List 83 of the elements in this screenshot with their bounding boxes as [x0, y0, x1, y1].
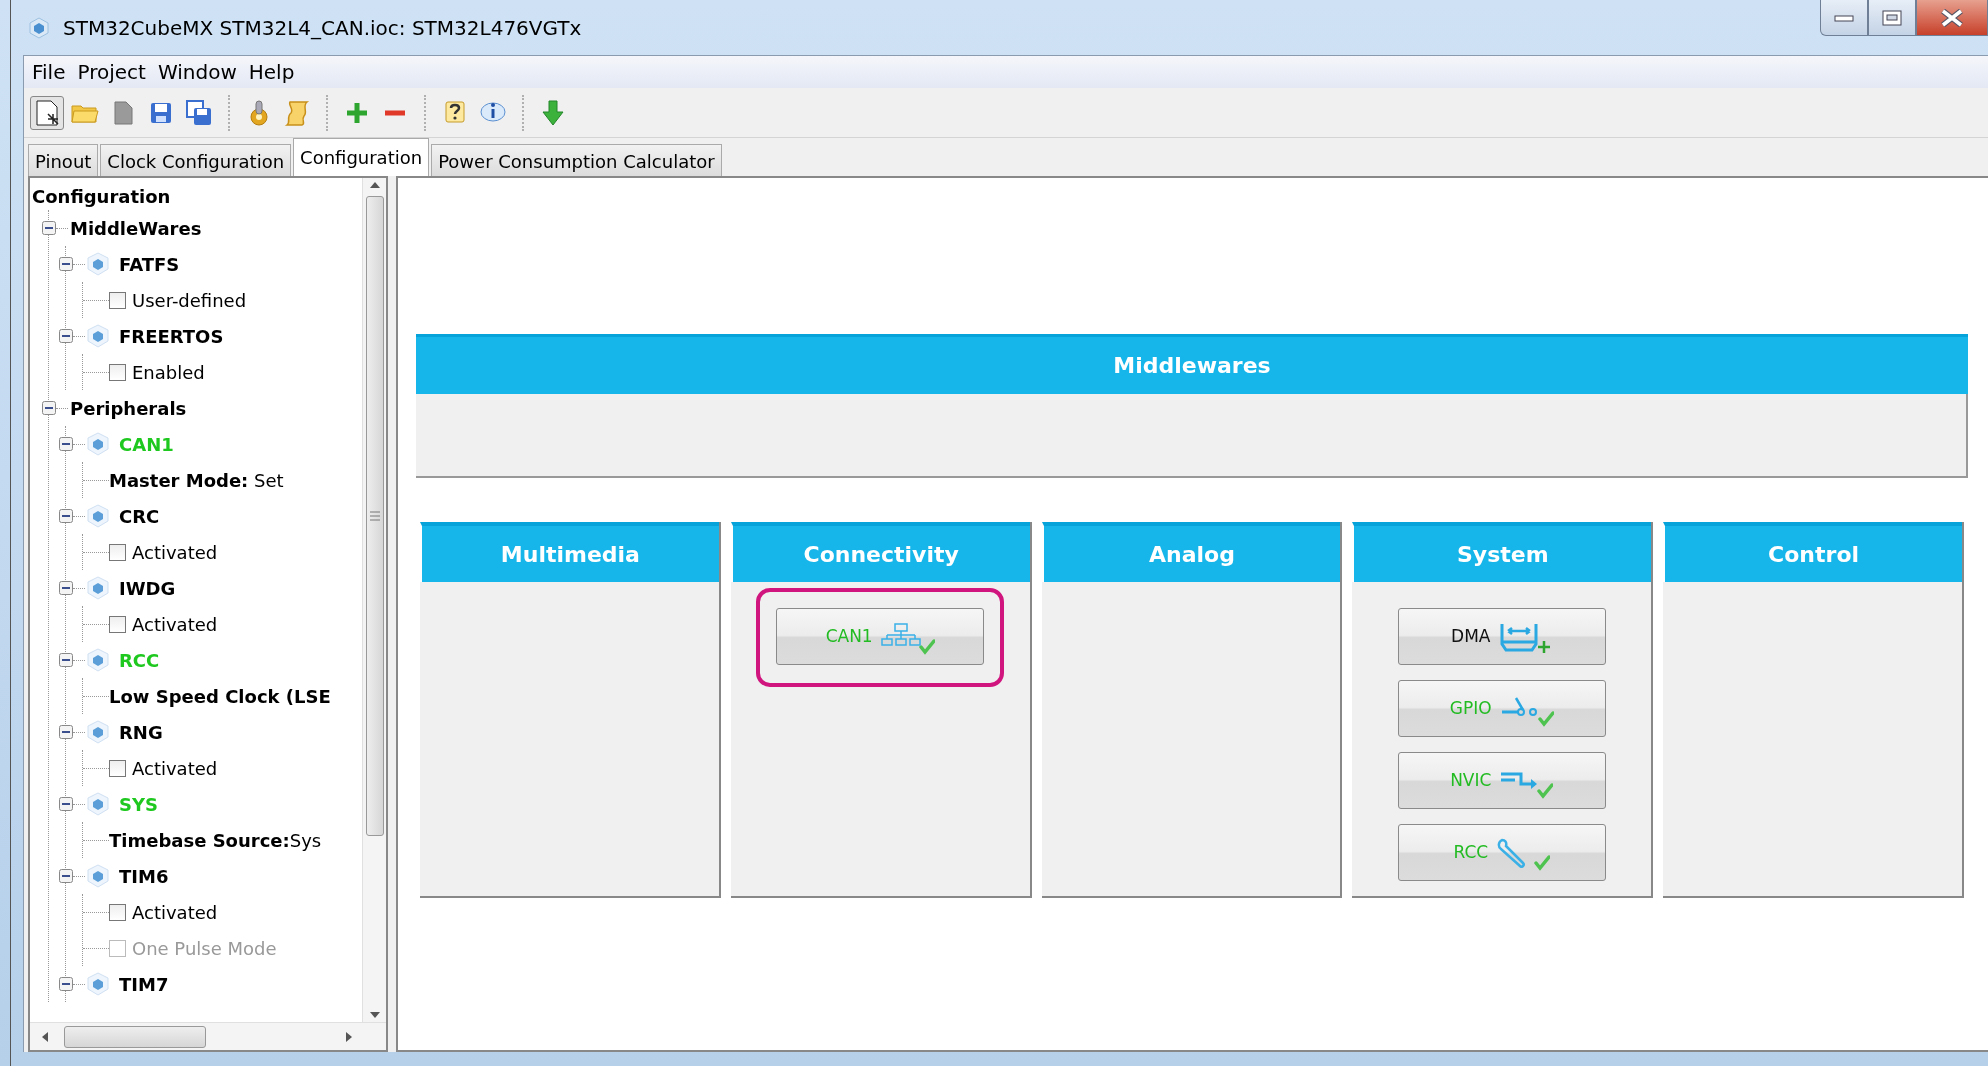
menu-item[interactable]: File — [26, 57, 72, 87]
cube-icon — [87, 504, 109, 528]
collapse-icon[interactable] — [59, 725, 73, 739]
collapse-icon[interactable] — [42, 221, 56, 235]
collapse-icon[interactable] — [42, 401, 56, 415]
setting-text: Low Speed Clock (LSE — [109, 684, 331, 709]
collapse-icon[interactable] — [59, 797, 73, 811]
cube-icon — [87, 864, 109, 888]
maximize-icon — [1882, 9, 1902, 26]
close-icon — [1940, 8, 1964, 27]
collapse-icon[interactable] — [59, 977, 73, 991]
tree-item[interactable]: MiddleWares — [70, 214, 202, 242]
check-icon — [1537, 782, 1554, 799]
tab[interactable]: Clock Configuration — [100, 144, 292, 176]
category-header: Analog — [1041, 522, 1341, 582]
collapse-icon[interactable] — [59, 437, 73, 451]
scrollbar-thumb[interactable] — [365, 196, 384, 836]
category-header: Connectivity — [730, 522, 1030, 582]
scrollbar-thumb[interactable] — [64, 1025, 206, 1048]
window-title: STM32CubeMX STM32L4_CAN.ioc: STM32L476VGTx — [63, 14, 582, 42]
category-header: System — [1352, 522, 1652, 582]
grip-icon — [368, 510, 381, 522]
category-header: Multimedia — [420, 522, 719, 582]
maximize-button[interactable] — [1868, 0, 1916, 36]
checkbox-label: Activated — [132, 900, 218, 925]
checkbox-label: One Pulse Mode — [132, 936, 277, 961]
cube-icon — [87, 972, 109, 996]
menu-item[interactable]: Window — [151, 57, 243, 87]
check-icon — [1534, 854, 1551, 871]
tree-item[interactable]: CRC — [119, 502, 160, 530]
tree-item[interactable]: Peripherals — [70, 394, 187, 422]
tab[interactable]: Pinout — [28, 144, 99, 176]
horizontal-scrollbar[interactable] — [30, 1022, 386, 1050]
dma-icon — [1498, 621, 1539, 652]
collapse-icon[interactable] — [59, 329, 73, 343]
setting-text: Master Mode: Set — [109, 468, 284, 493]
minimize-button[interactable] — [1820, 0, 1868, 36]
tree-item[interactable]: IWDG — [119, 574, 176, 602]
checkbox[interactable] — [109, 759, 126, 777]
checkbox-label: Activated — [132, 756, 218, 781]
setting-text: Timebase Source:Sys — [109, 828, 322, 853]
collapse-icon[interactable] — [59, 653, 73, 667]
cube-icon — [87, 792, 109, 816]
collapse-icon[interactable] — [59, 581, 73, 595]
tab[interactable]: Power Consumption Calculator — [431, 144, 722, 176]
tree-item[interactable]: TIM7 — [119, 970, 169, 998]
vertical-scrollbar[interactable] — [362, 178, 386, 1022]
tree-item[interactable]: RNG — [119, 718, 163, 746]
checkbox-label: Activated — [132, 540, 218, 565]
checkbox-label: Activated — [132, 612, 218, 637]
checkbox[interactable] — [109, 363, 126, 381]
plus-icon — [1536, 638, 1553, 655]
section-header: Middlewares — [416, 334, 1968, 394]
checkbox[interactable] — [109, 291, 126, 309]
minimize-icon — [1834, 12, 1854, 23]
checkbox-label: User-defined — [132, 288, 247, 313]
cube-icon — [87, 648, 109, 672]
cube-icon — [87, 252, 109, 276]
cube-icon — [87, 432, 109, 456]
checkbox-label: Enabled — [132, 360, 205, 385]
check-icon — [1537, 710, 1554, 727]
save-all-icon[interactable] — [184, 97, 214, 128]
checkbox[interactable] — [109, 615, 126, 633]
check-icon — [918, 638, 935, 655]
collapse-icon[interactable] — [59, 869, 73, 883]
collapse-icon[interactable] — [59, 257, 73, 271]
tree-item[interactable]: FATFS — [119, 250, 180, 278]
menu-item[interactable]: Help — [242, 57, 301, 87]
collapse-icon[interactable] — [59, 509, 73, 523]
tree-item[interactable]: Configuration — [32, 182, 362, 210]
checkbox[interactable] — [109, 903, 126, 921]
cube-icon — [87, 324, 109, 348]
tree-item[interactable]: FREERTOS — [119, 322, 224, 350]
cube-icon — [87, 576, 109, 600]
app-icon — [29, 16, 49, 39]
peripheral-button[interactable]: DMA — [1397, 608, 1606, 665]
menu-item[interactable]: Project — [71, 57, 152, 87]
cube-icon — [87, 720, 109, 744]
close-button[interactable] — [1916, 0, 1988, 36]
tree-item[interactable]: TIM6 — [119, 862, 169, 890]
tab[interactable]: Configuration — [293, 138, 430, 176]
category-header: Control — [1663, 522, 1962, 582]
checkbox[interactable] — [109, 543, 126, 561]
